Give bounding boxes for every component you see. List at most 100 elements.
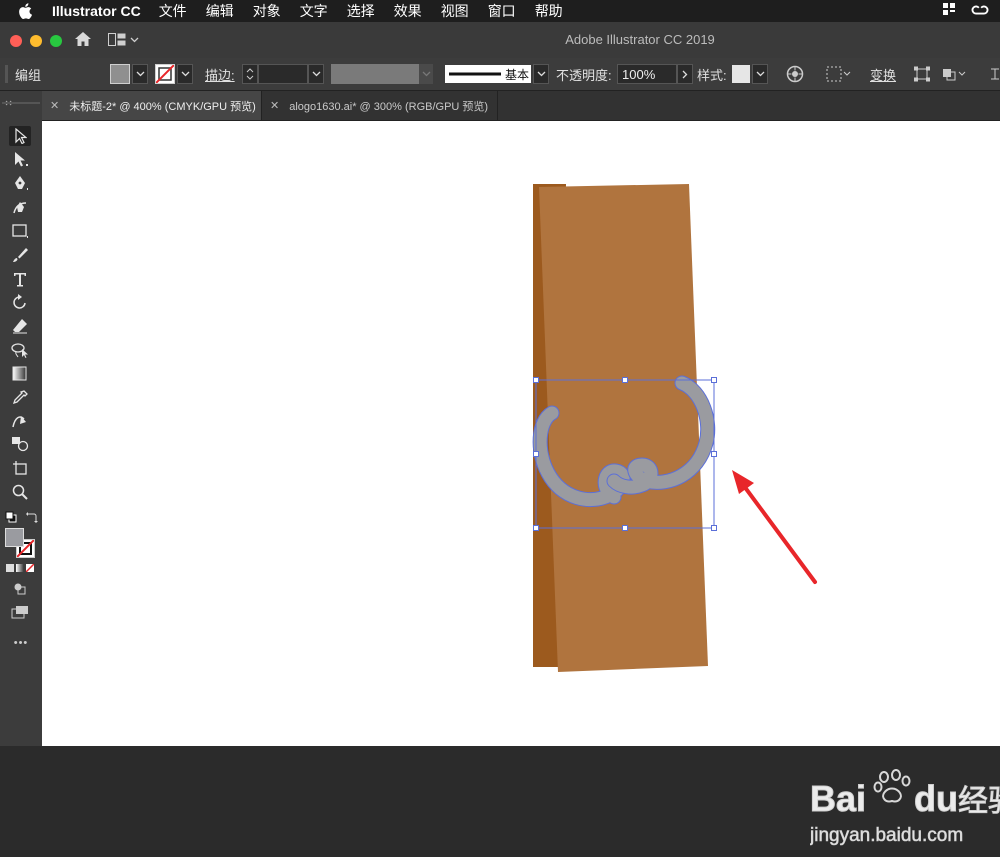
graphic-style-dropdown[interactable] <box>732 58 768 90</box>
artboard-canvas[interactable]: Bai du 经验 jingyan.baidu.com <box>42 121 1000 846</box>
resize-handle[interactable] <box>711 525 717 531</box>
chevron-down-icon <box>308 64 324 84</box>
rotate-tool-icon[interactable] <box>9 292 31 312</box>
resize-handle[interactable] <box>622 525 628 531</box>
fill-stroke-swatches[interactable] <box>5 528 37 560</box>
paintbrush-tool-icon[interactable] <box>9 245 31 265</box>
tab-label: alogo1630.ai* @ 300% (RGB/GPU 预览) <box>289 100 489 113</box>
chevron-down-icon <box>419 64 433 84</box>
resize-handle[interactable] <box>533 525 539 531</box>
blend-tool-icon[interactable] <box>9 411 31 431</box>
close-tab-icon[interactable]: ✕ <box>270 99 279 112</box>
menu-object[interactable]: 对象 <box>253 1 281 21</box>
baidu-jingyan-watermark: Bai du 经验 jingyan.baidu.com <box>810 769 1000 846</box>
menu-effect[interactable]: 效果 <box>394 1 422 21</box>
svg-text:du: du <box>914 778 958 819</box>
style-label: 样式: <box>697 67 727 83</box>
variable-width-profile[interactable] <box>331 58 433 90</box>
fill-swatch <box>110 64 130 84</box>
eyedropper-tool-icon[interactable] <box>9 388 31 408</box>
menu-view[interactable]: 视图 <box>441 1 469 21</box>
none-mode-icon[interactable] <box>26 564 34 572</box>
opacity-input[interactable]: 100% <box>617 64 677 84</box>
menu-file[interactable]: 文件 <box>159 1 187 21</box>
stepper-icon <box>242 64 258 84</box>
resize-handle[interactable] <box>711 451 717 457</box>
lasso-tool-icon[interactable] <box>9 340 31 360</box>
recolor-artwork-icon[interactable] <box>786 58 804 90</box>
screen-mode-icon[interactable] <box>9 602 31 622</box>
eraser-tool-icon[interactable] <box>9 316 31 336</box>
workspace-icon[interactable] <box>942 2 956 19</box>
stroke-none-swatch <box>155 64 175 84</box>
control-bar: 编组 描边: 基本 不透明度: 100% 样式: 变换 <box>0 58 1000 91</box>
gradient-tool-icon[interactable] <box>9 364 31 384</box>
chevron-down-icon <box>177 64 193 84</box>
app-menu[interactable]: Illustrator CC <box>52 3 141 19</box>
menu-type[interactable]: 文字 <box>300 1 328 21</box>
resize-handle[interactable] <box>533 451 539 457</box>
opacity-field[interactable]: 100% <box>617 58 693 90</box>
svg-text:jingyan.baidu.com: jingyan.baidu.com <box>810 825 963 846</box>
stroke-weight-input[interactable] <box>258 64 308 84</box>
artboard-tool-icon[interactable] <box>9 458 31 478</box>
opacity-label[interactable]: 不透明度: <box>556 58 612 90</box>
stroke-color-dropdown[interactable] <box>155 58 193 90</box>
isolate-group-icon[interactable] <box>913 58 931 90</box>
artwork <box>532 184 817 672</box>
pen-tool-icon[interactable] <box>9 173 31 193</box>
profile-preview <box>331 64 419 84</box>
chevron-right-icon[interactable] <box>677 64 693 84</box>
swap-fill-stroke-icon[interactable] <box>26 510 38 528</box>
fill-swatch[interactable] <box>5 528 24 547</box>
color-mode-icon[interactable] <box>6 564 14 572</box>
chevron-down-icon <box>752 64 768 84</box>
brush-definition-dropdown[interactable]: 基本 <box>445 58 549 90</box>
align-options-icon[interactable] <box>826 58 852 90</box>
window-title: Adobe Illustrator CC 2019 <box>565 32 715 47</box>
edit-toolbar-button[interactable]: ••• <box>0 637 42 649</box>
resize-handle[interactable] <box>711 377 717 383</box>
apple-icon[interactable] <box>18 3 36 19</box>
drawing-modes-icon[interactable] <box>9 579 31 599</box>
resize-handle[interactable] <box>533 377 539 383</box>
close-tab-icon[interactable]: ✕ <box>50 99 59 112</box>
chevron-down-icon <box>132 64 148 84</box>
brush-profile-label: 基本 <box>505 67 530 82</box>
stroke-weight-field[interactable] <box>242 58 324 90</box>
type-tool-icon[interactable] <box>9 269 31 289</box>
direct-selection-tool-icon[interactable] <box>9 149 31 169</box>
menu-help[interactable]: 帮助 <box>535 1 563 21</box>
selection-tool-icon[interactable] <box>9 126 31 146</box>
panel-grip[interactable] <box>5 58 8 90</box>
default-fill-stroke-icon[interactable] <box>5 510 17 528</box>
tab-untitled-2[interactable]: ✕ 未标题-2* @ 400% (CMYK/GPU 预览) <box>42 91 262 120</box>
transform-link[interactable]: 变换 <box>870 58 896 90</box>
svg-text:Bai: Bai <box>810 778 866 819</box>
panel-grip[interactable] <box>2 102 40 104</box>
more-options-icon[interactable] <box>990 58 1000 90</box>
document-tabs: ✕ 未标题-2* @ 400% (CMYK/GPU 预览) ✕ alogo163… <box>42 91 1000 121</box>
zoom-tool-icon[interactable] <box>9 482 31 502</box>
fill-color-dropdown[interactable] <box>110 58 148 90</box>
macos-menubar: Illustrator CC 文件 编辑 对象 文字 选择 效果 视图 窗口 帮… <box>0 0 1000 22</box>
tools-panel: ••• <box>0 91 43 746</box>
tab-label: 未标题-2* @ 400% (CMYK/GPU 预览) <box>69 100 256 113</box>
menu-edit[interactable]: 编辑 <box>206 1 234 21</box>
gradient-mode-icon[interactable] <box>16 564 24 572</box>
stroke-label[interactable]: 描边: <box>205 58 235 90</box>
selection-type-label: 编组 <box>15 67 42 83</box>
rectangle-tool-icon[interactable] <box>9 221 31 241</box>
resize-handle[interactable] <box>622 377 628 383</box>
arrange-icon[interactable] <box>942 58 968 90</box>
curvature-tool-icon[interactable] <box>9 197 31 217</box>
menu-select[interactable]: 选择 <box>347 1 375 21</box>
creative-cloud-icon[interactable] <box>970 2 990 19</box>
shape-builder-tool-icon[interactable] <box>9 434 31 454</box>
wood-plank[interactable] <box>539 184 708 672</box>
window-titlebar: Adobe Illustrator CC 2019 <box>0 22 1000 59</box>
style-swatch <box>732 65 750 83</box>
menu-window[interactable]: 窗口 <box>488 1 516 21</box>
svg-text:经验: 经验 <box>958 784 1000 819</box>
tab-alogo1630[interactable]: ✕ alogo1630.ai* @ 300% (RGB/GPU 预览) <box>262 91 498 120</box>
